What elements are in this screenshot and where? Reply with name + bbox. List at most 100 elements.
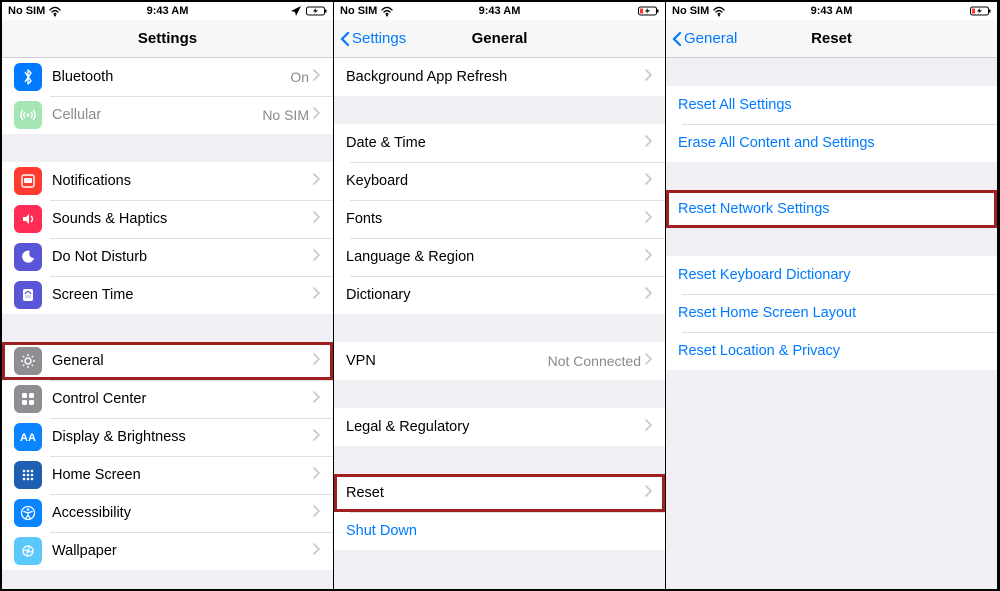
row-label: Accessibility — [52, 505, 313, 521]
chevron-right-icon — [645, 418, 653, 436]
row-label: Language & Region — [346, 249, 645, 265]
row-label: Reset All Settings — [678, 97, 985, 113]
row-reset[interactable]: Reset — [334, 474, 665, 512]
status-time: 9:43 AM — [811, 5, 853, 17]
wifi-icon — [713, 6, 725, 17]
status-bar: No SIM 9:43 AM — [666, 2, 997, 20]
chevron-right-icon — [645, 210, 653, 228]
dnd-icon — [14, 243, 42, 271]
row-controlcenter[interactable]: Control Center — [2, 380, 333, 418]
row-reset-keyboard-dict[interactable]: Reset Keyboard Dictionary — [666, 256, 997, 294]
row-label: Notifications — [52, 173, 313, 189]
battery-icon — [306, 6, 327, 16]
chevron-right-icon — [313, 428, 321, 446]
row-dnd[interactable]: Do Not Disturb — [2, 238, 333, 276]
screentime-icon — [14, 281, 42, 309]
row-label: Reset Keyboard Dictionary — [678, 267, 985, 283]
row-label: Display & Brightness — [52, 429, 313, 445]
chevron-right-icon — [645, 134, 653, 152]
wifi-icon — [381, 6, 393, 17]
back-label: General — [684, 30, 737, 47]
chevron-right-icon — [313, 390, 321, 408]
chevron-right-icon — [645, 68, 653, 86]
notifications-icon — [14, 167, 42, 195]
row-shutdown[interactable]: Shut Down — [334, 512, 665, 550]
nav-bar: General Reset — [666, 20, 997, 58]
wallpaper-icon — [14, 537, 42, 565]
row-bluetooth[interactable]: Bluetooth On — [2, 58, 333, 96]
row-general[interactable]: General — [2, 342, 333, 380]
row-screentime[interactable]: Screen Time — [2, 276, 333, 314]
carrier-label: No SIM — [672, 5, 709, 17]
row-legal[interactable]: Legal & Regulatory — [334, 408, 665, 446]
row-label: Date & Time — [346, 135, 645, 151]
carrier-label: No SIM — [340, 5, 377, 17]
nav-bar: Settings General — [334, 20, 665, 58]
settings-list: Bluetooth On Cellular No SIM Notificatio… — [2, 58, 333, 589]
row-label: Bluetooth — [52, 69, 290, 85]
row-label: Home Screen — [52, 467, 313, 483]
row-wallpaper[interactable]: Wallpaper — [2, 532, 333, 570]
battery-low-icon — [638, 6, 659, 16]
accessibility-icon — [14, 499, 42, 527]
row-bg-app-refresh[interactable]: Background App Refresh — [334, 58, 665, 96]
row-label: Reset — [346, 485, 645, 501]
row-reset-network[interactable]: Reset Network Settings — [666, 190, 997, 228]
chevron-right-icon — [313, 466, 321, 484]
row-erase-all[interactable]: Erase All Content and Settings — [666, 124, 997, 162]
row-accessibility[interactable]: Accessibility — [2, 494, 333, 532]
bluetooth-icon — [14, 63, 42, 91]
chevron-right-icon — [313, 286, 321, 304]
battery-low-icon — [970, 6, 991, 16]
row-language-region[interactable]: Language & Region — [334, 238, 665, 276]
row-sounds[interactable]: Sounds & Haptics — [2, 200, 333, 238]
carrier-label: No SIM — [8, 5, 45, 17]
general-pane: No SIM 9:43 AM Settings General Backgrou… — [334, 2, 666, 589]
general-icon — [14, 347, 42, 375]
row-label: Wallpaper — [52, 543, 313, 559]
row-label: Reset Home Screen Layout — [678, 305, 985, 321]
row-display[interactable]: AA Display & Brightness — [2, 418, 333, 456]
row-date-time[interactable]: Date & Time — [334, 124, 665, 162]
row-dictionary[interactable]: Dictionary — [334, 276, 665, 314]
nav-bar: Settings — [2, 20, 333, 58]
row-reset-home-layout[interactable]: Reset Home Screen Layout — [666, 294, 997, 332]
row-vpn[interactable]: VPN Not Connected — [334, 342, 665, 380]
svg-text:AA: AA — [20, 432, 36, 444]
location-icon — [290, 5, 302, 17]
homescreen-icon — [14, 461, 42, 489]
row-label: Fonts — [346, 211, 645, 227]
row-fonts[interactable]: Fonts — [334, 200, 665, 238]
nav-title: Settings — [138, 30, 197, 47]
row-notifications[interactable]: Notifications — [2, 162, 333, 200]
row-label: Dictionary — [346, 287, 645, 303]
back-button[interactable]: General — [672, 30, 737, 47]
row-homescreen[interactable]: Home Screen — [2, 456, 333, 494]
back-button[interactable]: Settings — [340, 30, 406, 47]
chevron-right-icon — [645, 484, 653, 502]
row-label: Do Not Disturb — [52, 249, 313, 265]
reset-pane: No SIM 9:43 AM General Reset Reset All S… — [666, 2, 998, 589]
back-label: Settings — [352, 30, 406, 47]
chevron-right-icon — [313, 172, 321, 190]
wifi-icon — [49, 6, 61, 17]
row-reset-all-settings[interactable]: Reset All Settings — [666, 86, 997, 124]
chevron-left-icon — [672, 32, 682, 46]
cellular-icon — [14, 101, 42, 129]
row-label: Screen Time — [52, 287, 313, 303]
chevron-right-icon — [313, 352, 321, 370]
general-list: Background App Refresh Date & Time Keybo… — [334, 58, 665, 589]
row-label: Reset Network Settings — [678, 201, 985, 217]
reset-list: Reset All Settings Erase All Content and… — [666, 58, 997, 589]
row-value: Not Connected — [548, 353, 641, 369]
chevron-right-icon — [313, 248, 321, 266]
row-label: Reset Location & Privacy — [678, 343, 985, 359]
settings-pane: No SIM 9:43 AM Settings Bluetooth On Cel… — [2, 2, 334, 589]
row-keyboard[interactable]: Keyboard — [334, 162, 665, 200]
row-value: No SIM — [262, 107, 309, 123]
sounds-icon — [14, 205, 42, 233]
row-label: Shut Down — [346, 523, 653, 539]
row-reset-location-privacy[interactable]: Reset Location & Privacy — [666, 332, 997, 370]
row-label: Background App Refresh — [346, 69, 645, 85]
row-cellular[interactable]: Cellular No SIM — [2, 96, 333, 134]
